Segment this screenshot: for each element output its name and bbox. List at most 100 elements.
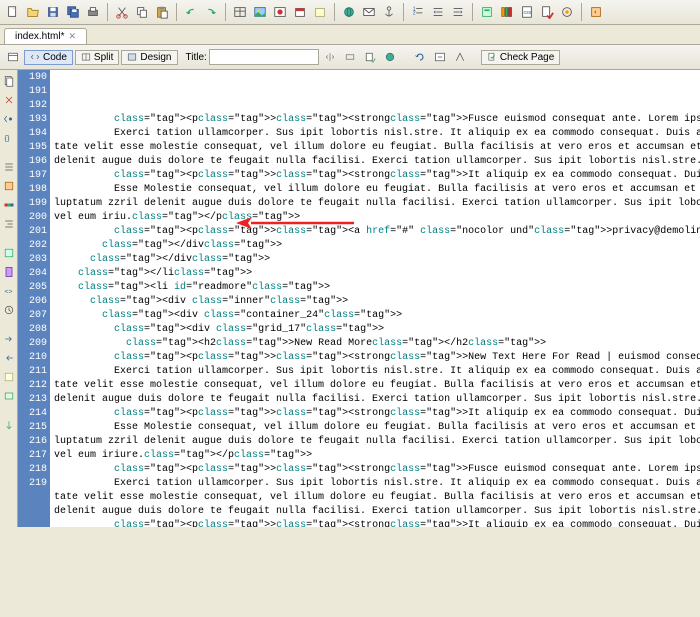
code-line[interactable]: tate velit esse molestie consequat, vel …	[54, 491, 700, 505]
code-line[interactable]: Esse Molestie consequat, vel illum dolor…	[54, 183, 700, 197]
code-line[interactable]: class="tag"><div class="inner"class="tag…	[54, 295, 700, 309]
move-css-icon[interactable]	[1, 417, 16, 432]
code-line[interactable]: class="tag"></divclass="tag">>	[54, 253, 700, 267]
refresh-icon[interactable]	[411, 48, 429, 66]
preview-icon[interactable]	[381, 48, 399, 66]
code-line[interactable]: tate velit esse molestie consequat, vel …	[54, 379, 700, 393]
open-docs-icon[interactable]	[1, 73, 16, 88]
code-line[interactable]: class="tag"></liclass="tag">>	[54, 267, 700, 281]
code-view-button[interactable]: Code	[24, 50, 73, 65]
close-tab-icon[interactable]: ✕	[68, 31, 76, 42]
redo-icon[interactable]	[202, 3, 220, 21]
save-icon[interactable]	[44, 3, 62, 21]
outdent-code-icon[interactable]	[1, 350, 16, 365]
indent-code-icon[interactable]	[1, 331, 16, 346]
date-icon[interactable]	[291, 3, 309, 21]
code-line[interactable]: class="tag"><pclass="tag">>class="tag"><…	[54, 407, 700, 421]
split-view-button[interactable]: Split	[75, 50, 119, 65]
reference-icon[interactable]	[1, 264, 16, 279]
svg-text:<>: <>	[4, 288, 12, 295]
parent-tag-icon[interactable]	[1, 111, 16, 126]
cut-icon[interactable]	[113, 3, 131, 21]
code-line[interactable]: luptatum zzril delenit augue duis dolore…	[54, 435, 700, 449]
open-file-icon[interactable]	[24, 3, 42, 21]
show-code-icon[interactable]	[4, 48, 22, 66]
main-toolbar: 12 css	[0, 0, 700, 25]
code-line[interactable]: Exerci tation ullamcorper. Sus ipit lobo…	[54, 127, 700, 141]
code-line[interactable]: class="tag"><li id="readmore"class="tag"…	[54, 281, 700, 295]
file-tab-bar: index.html* ✕	[0, 25, 700, 45]
code-line[interactable]: class="tag"><pclass="tag">>class="tag"><…	[54, 463, 700, 477]
format-code-icon[interactable]	[1, 369, 16, 384]
copy-icon[interactable]	[133, 3, 151, 21]
code-line[interactable]: delenit augue duis dolore te feugait nul…	[54, 155, 700, 169]
line-number-gutter: 1901911921931941951961971981992002012022…	[18, 70, 50, 527]
code-line[interactable]: tate velit esse molestie consequat, vel …	[54, 141, 700, 155]
design-view-button[interactable]: Design	[121, 50, 177, 65]
library-icon[interactable]	[498, 3, 516, 21]
title-input[interactable]	[209, 49, 319, 65]
code-line[interactable]: class="tag"></divclass="tag">>	[54, 239, 700, 253]
save-all-icon[interactable]	[64, 3, 82, 21]
image-icon[interactable]	[251, 3, 269, 21]
balance-braces-icon[interactable]: {}	[1, 130, 16, 145]
syntax-coloring-icon[interactable]	[1, 197, 16, 212]
file-mgmt-icon[interactable]	[361, 48, 379, 66]
title-label: Title:	[186, 52, 207, 63]
code-line[interactable]: class="tag"><div class="container_24"cla…	[54, 309, 700, 323]
tool-icon-2[interactable]	[341, 48, 359, 66]
auto-indent-icon[interactable]	[1, 216, 16, 231]
wrap-tag-icon[interactable]: <>	[1, 283, 16, 298]
code-line[interactable]: class="tag"><pclass="tag">>class="tag"><…	[54, 113, 700, 127]
highlight-invalid-icon[interactable]	[1, 178, 16, 193]
collapse-icon[interactable]	[1, 92, 16, 107]
sync-icon[interactable]	[587, 3, 605, 21]
snippets-icon[interactable]	[1, 245, 16, 260]
apply-comment-icon[interactable]	[1, 388, 16, 403]
svg-text:2: 2	[413, 11, 416, 17]
code-line[interactable]: Esse Molestie consequat, vel illum dolor…	[54, 421, 700, 435]
comment-icon[interactable]	[311, 3, 329, 21]
behaviors-icon[interactable]	[558, 3, 576, 21]
file-tab[interactable]: index.html* ✕	[4, 28, 87, 44]
media-icon[interactable]	[271, 3, 289, 21]
print-icon[interactable]	[84, 3, 102, 21]
code-line[interactable]: delenit augue duis dolore te feugait nul…	[54, 505, 700, 519]
code-line[interactable]: class="tag"><div class="grid_17"class="t…	[54, 323, 700, 337]
code-line[interactable]: Exerci tation ullamcorper. Sus ipit lobo…	[54, 477, 700, 491]
css-icon[interactable]: css	[518, 3, 536, 21]
line-numbers-icon[interactable]	[1, 159, 16, 174]
email-link-icon[interactable]	[360, 3, 378, 21]
code-line[interactable]: vel eum iriure.class="tag"></pclass="tag…	[54, 449, 700, 463]
code-editor[interactable]: class="tag"><pclass="tag">>class="tag"><…	[50, 70, 700, 527]
templates-icon[interactable]	[478, 3, 496, 21]
svg-text:{}: {}	[4, 133, 10, 142]
indent-right-icon[interactable]	[449, 3, 467, 21]
anchor-icon[interactable]	[380, 3, 398, 21]
indent-left-icon[interactable]	[429, 3, 447, 21]
code-line[interactable]: class="tag"><pclass="tag">>class="tag"><…	[54, 225, 700, 239]
code-line[interactable]: class="tag"><pclass="tag">>class="tag"><…	[54, 519, 700, 527]
visual-aids-icon[interactable]	[451, 48, 469, 66]
check-page-button[interactable]: Check Page	[481, 50, 560, 65]
validate-icon[interactable]	[538, 3, 556, 21]
code-line[interactable]: class="tag"><pclass="tag">>class="tag"><…	[54, 351, 700, 365]
code-line[interactable]: luptatum zzril delenit augue duis dolore…	[54, 197, 700, 211]
code-line[interactable]: class="tag"><h2class="tag">>New Read Mor…	[54, 337, 700, 351]
hyperlink-icon[interactable]	[340, 3, 358, 21]
paste-icon[interactable]	[153, 3, 171, 21]
view-options-icon[interactable]	[431, 48, 449, 66]
tool-icon-1[interactable]	[321, 48, 339, 66]
list-icon[interactable]: 12	[409, 3, 427, 21]
code-line[interactable]: class="tag"><pclass="tag">>class="tag"><…	[54, 169, 700, 183]
document-toolbar: Code Split Design Title: Check Page	[0, 45, 700, 70]
code-line[interactable]: vel eum iriu.class="tag"></pclass="tag">…	[54, 211, 700, 225]
file-tab-label: index.html*	[15, 31, 64, 42]
table-icon[interactable]	[231, 3, 249, 21]
recent-snippets-icon[interactable]	[1, 302, 16, 317]
code-line[interactable]: Exerci tation ullamcorper. Sus ipit lobo…	[54, 365, 700, 379]
code-line[interactable]: delenit augue duis dolore te feugait nul…	[54, 393, 700, 407]
new-file-icon[interactable]	[4, 3, 22, 21]
svg-text:css: css	[524, 10, 532, 16]
undo-icon[interactable]	[182, 3, 200, 21]
